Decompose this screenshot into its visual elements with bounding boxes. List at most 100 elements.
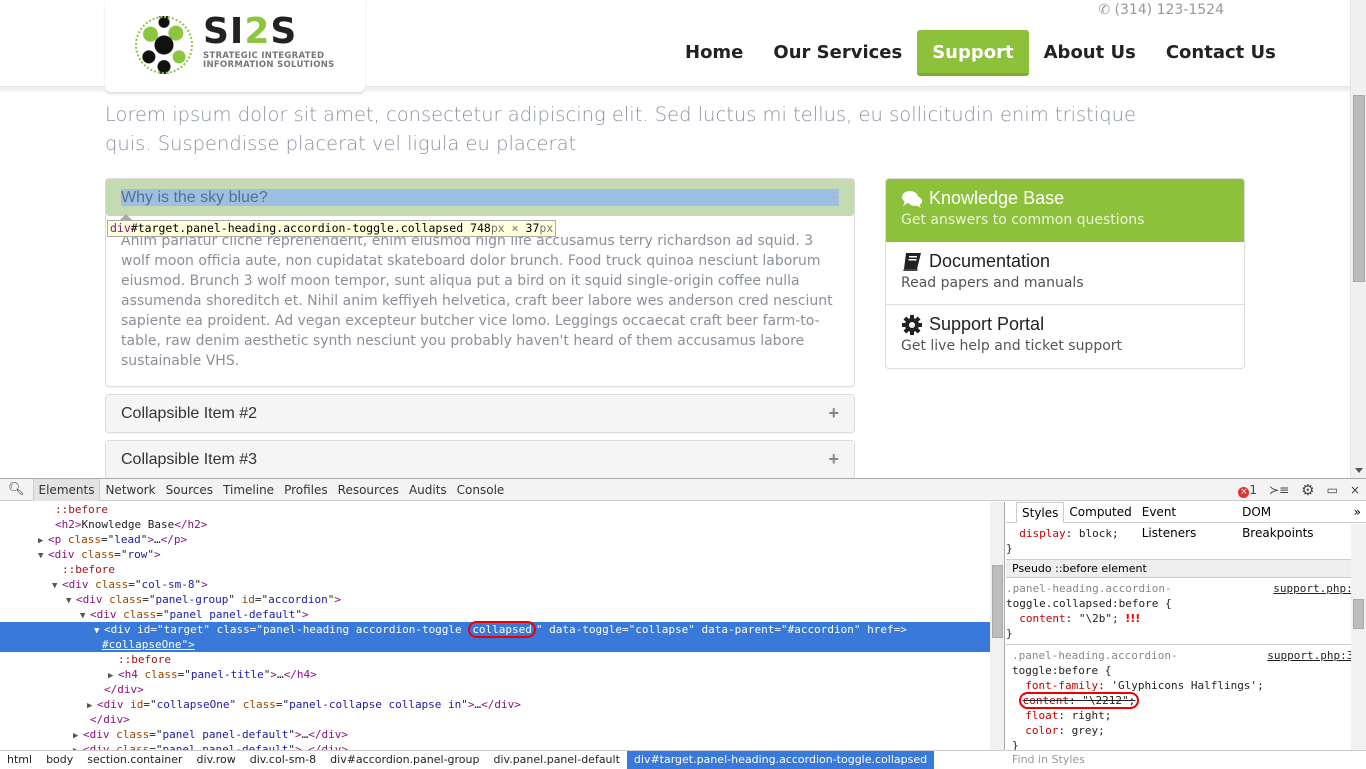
styles-tab-styles[interactable]: Styles [1016,501,1065,523]
open-tag: <div [90,608,117,621]
dom-node-line[interactable]: ▶<div class="panel panel-default">…</div… [0,727,990,742]
nav-support[interactable]: Support [917,30,1029,76]
expand-triangle-icon[interactable]: ▼ [80,609,90,624]
dom-node-line[interactable]: ▶ <h4 class="panel-title">…</h4> [0,667,990,682]
styles-scrollbar[interactable] [1351,524,1366,750]
styles-tab-event-listeners[interactable]: Event Listeners [1137,502,1237,540]
plus-icon: + [828,403,839,423]
dom-node-line[interactable]: ▼ <div class="col-sm-8"> [0,577,990,592]
dom-node-line[interactable]: ▶ <div id="collapseOne" class="panel-coll… [0,697,990,712]
styles-tab-computed[interactable]: Computed [1064,502,1136,523]
attr-value: collapseOne [156,698,230,711]
nav-about-us[interactable]: About Us [1029,30,1151,76]
main-nav: Home Our Services Support About Us Contact U… [670,30,1291,76]
error-counter[interactable]: × 1 [1238,483,1257,498]
dom-node-line[interactable]: <h2>Knowledge Base</h2> [0,517,990,532]
attr-name: class [116,743,150,750]
dom-node-line[interactable]: ▼ <div class="panel panel-default"> [0,607,990,622]
page-scrollbar[interactable] [1350,0,1366,478]
dom-node-line[interactable]: ::before [0,652,990,667]
page-viewport: ✆ (314) 123-1524 Home Our Services Support… [0,0,1366,478]
dom-node-line[interactable]: ::before [0,502,990,517]
attr-value: lead [114,533,141,546]
expand-triangle-icon[interactable]: ▼ [52,579,62,594]
dom-node-line[interactable]: ▼ <div class="row"> [0,547,990,562]
devtools-tab-audits[interactable]: Audits [404,479,452,501]
scrollbar-thumb[interactable] [992,565,1003,638]
dom-node-line[interactable]: </div> [0,712,990,727]
expand-triangle-icon[interactable]: ▼ [38,549,48,564]
list-item-knowledge-base[interactable]: Knowledge Base Get answers to common que… [886,179,1244,242]
dom-node-line[interactable]: #collapseOne"> [0,637,990,652]
devtools-tab-console[interactable]: Console [452,479,510,501]
open-tag: <h2 [55,518,75,531]
nav-our-services[interactable]: Our Services [758,30,917,76]
breadcrumb-item[interactable]: div.row [190,751,243,769]
expand-triangle-icon[interactable]: ▼ [66,594,76,609]
devtools-tab-resources[interactable]: Resources [333,479,404,501]
dom-node-line[interactable]: </div> [0,682,990,697]
close-icon[interactable]: × [1350,483,1360,497]
accordion-title: Why is the sky blue? [121,189,839,206]
accordion-panel: Why is the sky blue? + Anim pariatur cli… [105,178,855,387]
close-tag: </div> [104,683,144,696]
breadcrumb-item[interactable]: div#accordion.panel-group [323,751,486,769]
styles-pane: Styles Computed Event Listeners DOM Breakpo… [1006,501,1366,769]
accordion-heading-2[interactable]: Collapsible Item #2 + [106,395,854,432]
accordion-body: Anim pariatur cliche reprehenderit, enim… [121,233,833,369]
tag-end: > [467,698,475,711]
scrollbar-thumb[interactable] [1353,599,1364,629]
styles-tab-more[interactable]: » [1349,502,1366,523]
phone-icon: ✆ [1098,2,1115,18]
list-item-support-portal[interactable]: Support Portal Get live help and ticket … [886,305,1244,368]
breadcrumb-item[interactable]: div.panel.panel-default [487,751,627,769]
logo-wordmark: SI2S [203,11,298,52]
list-item-documentation[interactable]: Documentation Read papers and manuals [886,242,1244,305]
breadcrumb-item[interactable]: section.container [80,751,189,769]
css-rule-collapsed-before: .panel-heading.accordion-support.php:40 … [1006,578,1366,645]
tag-end: > [154,548,161,561]
devtools-tab-network[interactable]: Network [100,479,160,501]
dom-node-line[interactable]: ▼ <div id="target" class="panel-heading a… [0,621,990,638]
attr-value: panel panel-default [162,728,289,741]
breadcrumb-item[interactable]: div.col-sm-8 [243,751,323,769]
close-tag: </h4> [283,668,317,681]
attr-name: class [242,698,276,711]
search-icon[interactable]: 🔍︎ [0,482,33,497]
devtools-tab-profiles[interactable]: Profiles [279,479,333,501]
dom-node-line[interactable]: ▶ <p class="lead">…</p> [0,532,990,547]
dom-node-line[interactable]: ::before [0,562,990,577]
styles-tab-dom-breakpoints[interactable]: DOM Breakpoints [1237,502,1349,540]
breadcrumb-item[interactable]: div#target.panel-heading.accordion-toggl… [626,751,935,769]
attr-name: class [81,548,115,561]
scrollbar-thumb[interactable] [1353,95,1365,282]
accordion-heading-1[interactable]: Why is the sky blue? + [106,179,854,216]
dom-tree-scrollbar[interactable] [990,502,1005,750]
gear-icon[interactable]: ⚙ [1301,481,1314,499]
scroll-down-arrow-icon[interactable] [1355,468,1363,473]
attr-name: id [130,698,144,711]
devtools-tab-elements[interactable]: Elements [32,478,101,501]
lead-paragraph: Lorem ipsum dolor sit amet, consectetur … [105,103,1136,155]
dom-node-line[interactable]: ▶<div class="panel panel-default">…</div… [0,742,990,750]
css-rule-before: .panel-heading.accordion-support.php:33 … [1012,648,1360,752]
logo[interactable]: SI2S STRATEGIC INTEGRATED INFORMATION SOL… [105,0,365,92]
console-drawer-icon[interactable]: ≻≡ [1269,483,1289,497]
attr-name: class [144,668,178,681]
breadcrumb-item[interactable]: html [0,751,39,769]
dock-icon[interactable]: ▭ [1327,483,1338,497]
source-link[interactable]: support.php:33 [1267,648,1360,663]
nav-contact-us[interactable]: Contact Us [1151,30,1291,76]
dom-node-line[interactable]: ▼ <div class="panel-group" id="accordion"… [0,592,990,607]
accordion-heading-3[interactable]: Collapsible Item #3 + [106,441,854,478]
comments-icon [902,190,922,208]
accordion-title: Collapsible Item #3 [121,450,258,468]
nav-home[interactable]: Home [670,30,758,76]
devtools-tab-sources[interactable]: Sources [161,479,218,501]
close-tag: </div> [308,728,348,741]
attr-value-cont: #collapseOne"> [102,638,195,651]
devtools-tab-timeline[interactable]: Timeline [218,479,279,501]
find-in-styles-input[interactable]: Find in Styles [1006,750,1366,769]
breadcrumb-item[interactable]: body [39,751,80,769]
accordion-panel: Collapsible Item #2 + [105,394,855,433]
